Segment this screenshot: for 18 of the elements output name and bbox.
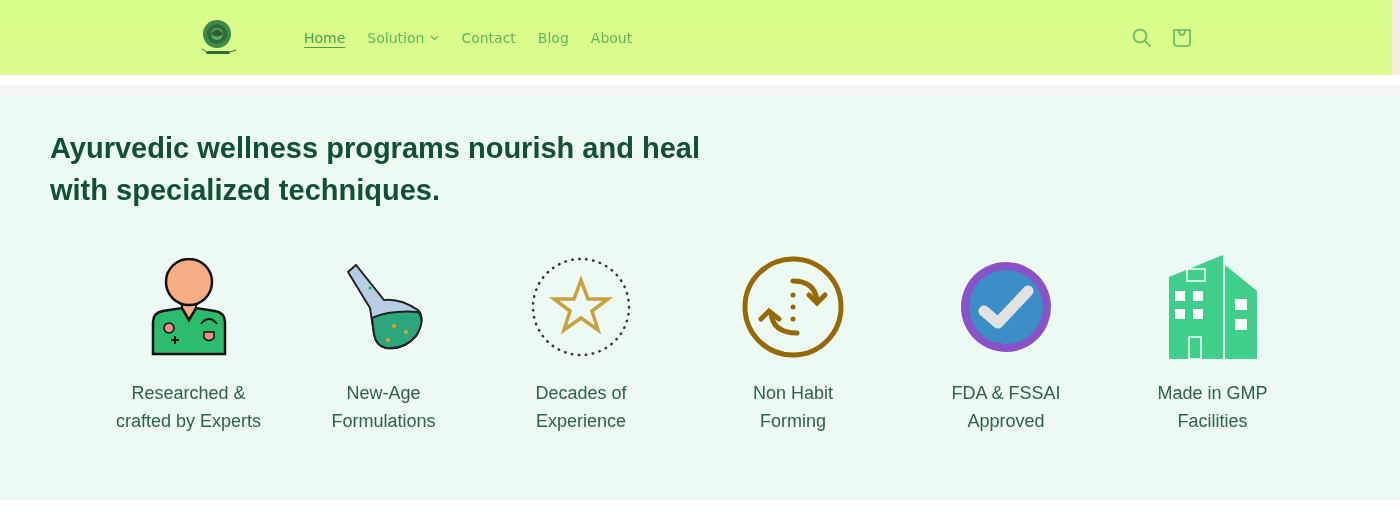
- feature-label: Researched & crafted by Experts: [114, 382, 263, 433]
- nav-link[interactable]: Contact: [461, 25, 516, 50]
- section-heading: Ayurvedic wellness programs nourish and heal with specialized techniques.: [50, 131, 701, 208]
- doctor-icon: [150, 258, 227, 356]
- feature-label: FDA & FSSAI Approved: [950, 382, 1062, 433]
- search-icon[interactable]: [1132, 27, 1152, 48]
- nav-link[interactable]: Blog: [537, 25, 569, 50]
- feature-label: Made in GMP Facilities: [1156, 382, 1269, 433]
- nav-link[interactable]: Solution: [367, 25, 440, 50]
- nav-link[interactable]: Home: [304, 25, 346, 50]
- feature-label: Non Habit Forming: [751, 382, 834, 433]
- building-icon: [1166, 255, 1259, 359]
- feature-label: New-Age Formulations: [330, 382, 437, 433]
- bag-icon[interactable]: [1172, 27, 1192, 48]
- checkmark-badge-icon: [960, 261, 1052, 353]
- nav-link[interactable]: About: [590, 25, 633, 50]
- feature-label: Decades of Experience: [534, 382, 628, 433]
- cycle-arrows-icon: [741, 255, 845, 359]
